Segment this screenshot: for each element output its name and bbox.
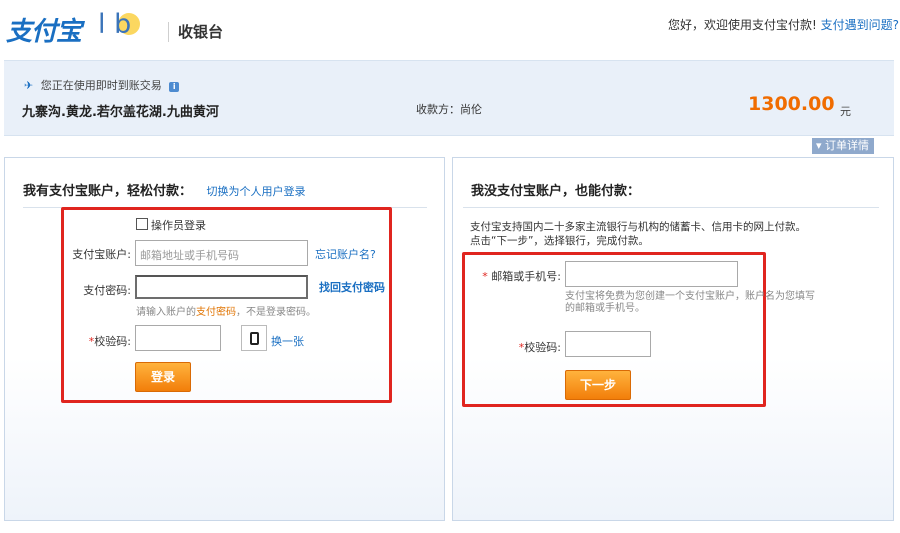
plane-icon: ✈: [24, 79, 34, 92]
transaction-type-text: 您正在使用即时到账交易: [40, 79, 162, 92]
lab-logo-text: l b: [98, 9, 132, 40]
operator-login-label: 操作员登录: [151, 219, 206, 232]
currency-unit: 元: [840, 105, 851, 118]
captcha-phone-icon: [250, 332, 259, 345]
password-input[interactable]: [135, 275, 308, 299]
right-captcha-label-text: 校验码:: [524, 341, 561, 354]
password-label: 支付密码:: [83, 284, 131, 297]
forgot-account-link[interactable]: 忘记账户名?: [315, 246, 376, 262]
email-label: * 邮箱或手机号:: [471, 268, 561, 284]
login-button[interactable]: 登录: [135, 362, 191, 392]
retrieve-password-link[interactable]: 找回支付密码: [319, 279, 385, 295]
account-login-panel: 我有支付宝账户，轻松付款： 切换为个人用户登录 操作员登录 支付宝账户: 邮箱地…: [4, 157, 445, 521]
account-input[interactable]: 邮箱地址或手机号码: [135, 240, 308, 266]
right-panel-divider: [463, 207, 879, 208]
triangle-down-icon: ▾: [816, 139, 822, 152]
intro-line-1: 支付宝支持国内二十多家主流银行与机构的储蓄卡、信用卡的网上付款。: [470, 221, 806, 233]
password-hint: 请输入账户的支付密码，不是登录密码。: [136, 303, 316, 318]
email-required-mark: *: [482, 270, 488, 283]
greeting: 您好，欢迎使用支付宝付款! 支付遇到问题?: [668, 16, 899, 33]
guest-pay-panel: 我没支付宝账户，也能付款： 支付宝支持国内二十多家主流银行与机构的储蓄卡、信用卡…: [452, 157, 894, 521]
right-captcha-label: *校验码:: [471, 339, 561, 355]
order-name: 九寨沟.黄龙.若尔盖花湖.九曲黄河: [22, 105, 219, 120]
next-step-button[interactable]: 下一步: [565, 370, 631, 400]
email-label-text: 邮箱或手机号:: [491, 270, 561, 283]
header-divider: [168, 22, 169, 42]
order-amount: 1300.00: [748, 93, 835, 115]
cashier-title: 收银台: [178, 23, 224, 41]
account-label: 支付宝账户:: [72, 248, 131, 261]
operator-login-checkbox[interactable]: [136, 218, 148, 230]
captcha-image: [241, 325, 267, 351]
left-panel-title-text: 我有支付宝账户，轻松付款：: [23, 184, 193, 199]
password-hint-suffix: ，不是登录密码。: [236, 307, 316, 318]
password-hint-highlight: 支付密码: [196, 307, 236, 318]
password-hint-prefix: 请输入账户的: [136, 307, 196, 318]
transaction-type: ✈ 您正在使用即时到账交易 i: [24, 77, 180, 93]
guest-pay-intro: 支付宝支持国内二十多家主流银行与机构的储蓄卡、信用卡的网上付款。 点击“下一步”…: [470, 220, 806, 248]
help-link[interactable]: 支付遇到问题?: [821, 18, 899, 32]
switch-personal-login-link[interactable]: 切换为个人用户登录: [207, 185, 306, 198]
captcha-label-text: 校验码:: [94, 335, 131, 348]
info-icon[interactable]: i: [169, 82, 180, 92]
email-hint: 支付宝将免费为您创建一个支付宝账户，账户名为您填写的邮箱或手机号。: [565, 291, 815, 314]
captcha-label: *校验码:: [57, 333, 131, 349]
payee: 收款方：尚伦: [416, 103, 482, 116]
right-captcha-input[interactable]: [565, 331, 651, 357]
captcha-input[interactable]: [135, 325, 221, 351]
alipay-logo-text: 支付宝: [6, 17, 82, 47]
intro-line-2: 点击“下一步”，选择银行，完成付款。: [470, 235, 649, 247]
order-summary-bar: ✈ 您正在使用即时到账交易 i 九寨沟.黄龙.若尔盖花湖.九曲黄河 收款方：尚伦…: [4, 60, 894, 136]
order-detail-label: 订单详情: [825, 139, 870, 152]
greeting-text: 您好，欢迎使用支付宝付款!: [668, 18, 817, 32]
email-or-phone-input[interactable]: [565, 261, 738, 287]
order-detail-toggle[interactable]: ▾ 订单详情: [812, 138, 874, 154]
left-panel-title: 我有支付宝账户，轻松付款： 切换为个人用户登录: [23, 180, 306, 199]
right-panel-title: 我没支付宝账户，也能付款：: [471, 184, 641, 199]
captcha-refresh-link[interactable]: 换一张: [271, 333, 304, 349]
